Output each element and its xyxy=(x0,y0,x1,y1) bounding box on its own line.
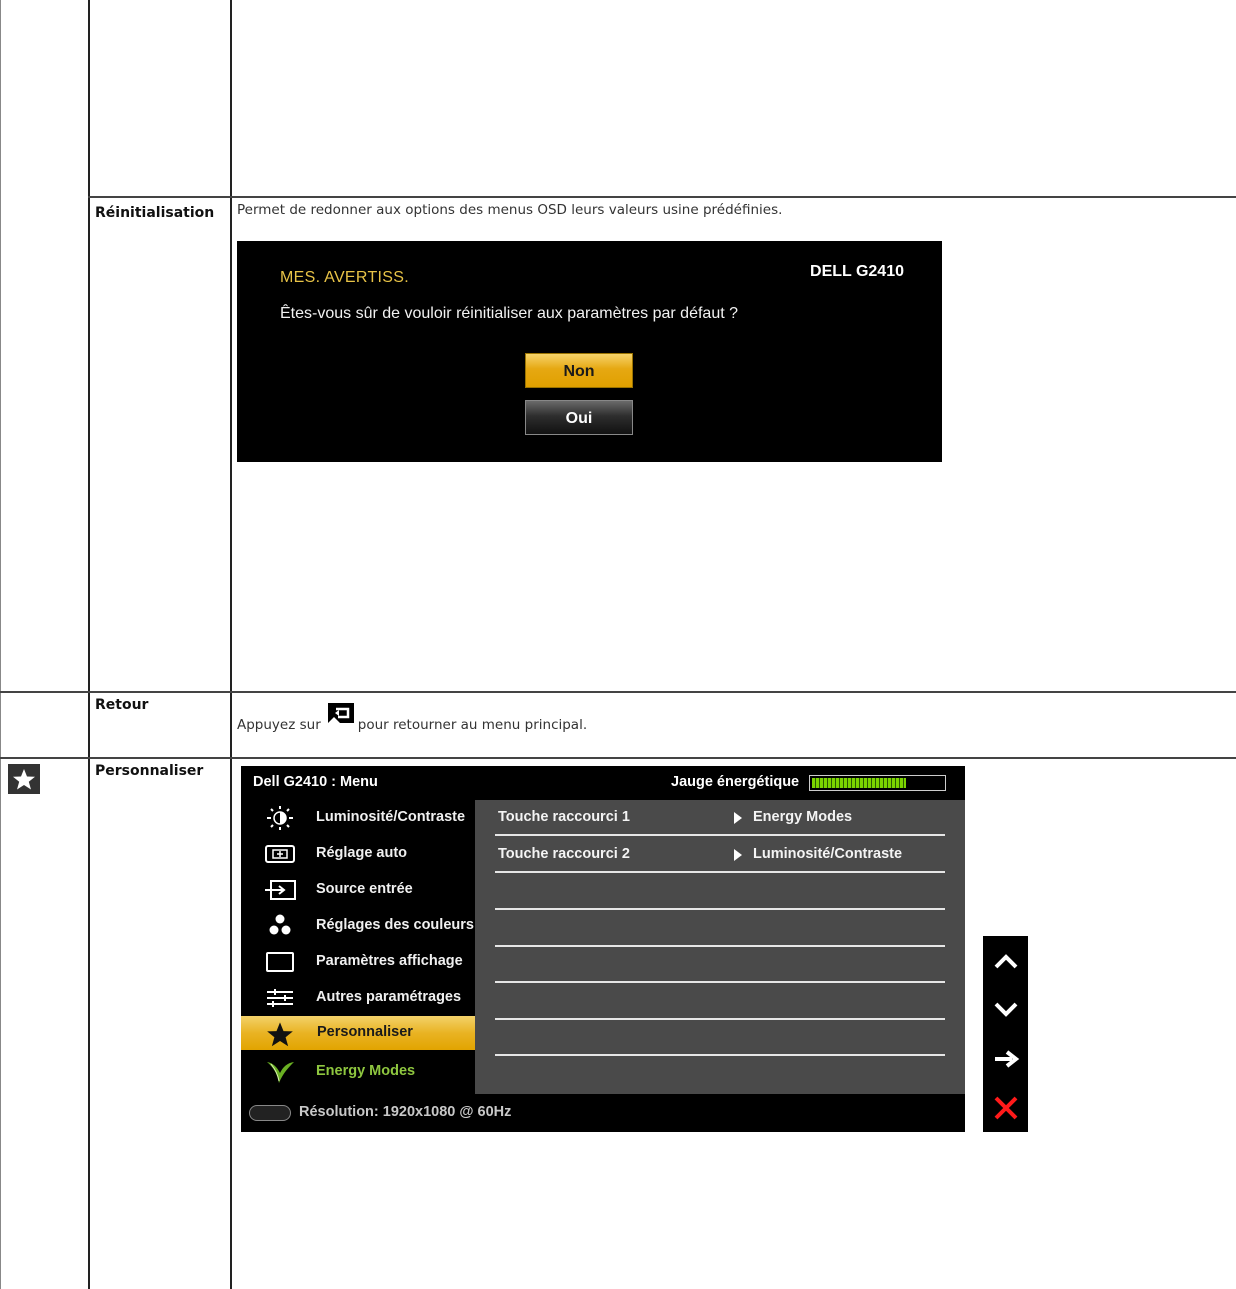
reinit-label: Réinitialisation xyxy=(95,205,215,221)
table-border-col2 xyxy=(230,0,232,1289)
menu-item-input-source[interactable]: Source entrée xyxy=(241,872,475,908)
energy-gauge xyxy=(809,775,946,791)
osd-nav-buttons xyxy=(983,936,1028,1132)
shortcut-key-2-row[interactable]: Touche raccourci 2 Luminosité/Contraste xyxy=(495,837,945,873)
menu-item-label: Source entrée xyxy=(316,881,413,897)
close-icon[interactable] xyxy=(983,1083,1028,1132)
menu-item-label: Réglages des couleurs xyxy=(316,917,474,933)
energy-gauge-label: Jauge énergétique xyxy=(671,774,800,790)
dialog-warning-title: MES. AVERTISS. xyxy=(280,269,409,286)
shortcut-key-value: Energy Modes xyxy=(753,809,853,825)
row-divider-retour xyxy=(0,691,1236,693)
reset-confirm-dialog: MES. AVERTISS. DELL G2410 Êtes-vous sûr … xyxy=(237,241,942,462)
empty-row xyxy=(495,984,945,1020)
play-arrow-icon xyxy=(734,812,742,824)
empty-row xyxy=(495,947,945,983)
menu-item-color-settings[interactable]: Réglages des couleurs xyxy=(241,908,475,944)
osd-submenu-panel: Touche raccourci 1 Energy Modes Touche r… xyxy=(475,800,965,1094)
retour-text: Appuyez sur pour retourner au menu princ… xyxy=(237,703,588,733)
row-divider-reinit xyxy=(88,196,1236,198)
empty-row xyxy=(495,911,945,947)
retour-label: Retour xyxy=(95,697,149,713)
empty-row xyxy=(495,1020,945,1056)
enter-arrow-icon[interactable] xyxy=(983,1034,1028,1083)
play-arrow-icon xyxy=(734,849,742,861)
reinit-description: Permet de redonner aux options des menus… xyxy=(237,202,783,218)
personnaliser-label: Personnaliser xyxy=(95,763,204,779)
energy-gauge-fill xyxy=(812,778,906,788)
leaf-icon xyxy=(263,1060,297,1084)
osd-status-bar: Résolution: 1920x1080 @ 60Hz xyxy=(241,1094,965,1132)
dialog-question: Êtes-vous sûr de vouloir réinitialiser a… xyxy=(280,305,738,322)
display-settings-icon xyxy=(263,950,297,974)
menu-item-label: Autres paramétrages xyxy=(316,989,462,1005)
menu-item-label: Réglage auto xyxy=(316,845,408,861)
resolution-text: Résolution: 1920x1080 @ 60Hz xyxy=(299,1104,512,1120)
vga-connector-icon xyxy=(249,1105,291,1121)
shortcut-key-label: Touche raccourci 1 xyxy=(498,809,630,825)
star-icon xyxy=(263,1022,297,1047)
menu-item-other-settings[interactable]: Autres paramétrages xyxy=(241,980,475,1016)
empty-row xyxy=(495,874,945,910)
yes-button[interactable]: Oui xyxy=(525,400,633,435)
dialog-brand: DELL G2410 xyxy=(810,263,904,280)
menu-item-display-settings[interactable]: Paramètres affichage xyxy=(241,944,475,980)
shortcut-key-value: Luminosité/Contraste xyxy=(753,846,903,862)
menu-item-brightness[interactable]: Luminosité/Contraste xyxy=(241,800,475,836)
brightness-icon xyxy=(263,806,297,830)
back-icon xyxy=(326,701,356,729)
row-divider-personnaliser xyxy=(0,757,1236,759)
auto-adjust-icon xyxy=(263,842,297,866)
table-border-left xyxy=(0,0,1,1289)
up-arrow-icon[interactable] xyxy=(983,936,1028,985)
menu-item-label: Energy Modes xyxy=(316,1063,416,1079)
other-settings-icon xyxy=(263,986,297,1010)
osd-title: Dell G2410 : Menu xyxy=(253,774,378,790)
star-icon xyxy=(8,764,40,794)
shortcut-key-1-row[interactable]: Touche raccourci 1 Energy Modes xyxy=(495,800,945,836)
osd-main-menu: Luminosité/Contraste Réglage auto Source… xyxy=(241,800,475,1094)
input-source-icon xyxy=(263,878,297,902)
color-settings-icon xyxy=(263,914,297,938)
retour-text-after: pour retourner au menu principal. xyxy=(357,717,588,733)
menu-item-auto-adjust[interactable]: Réglage auto xyxy=(241,836,475,872)
menu-item-personalize[interactable]: Personnaliser xyxy=(241,1016,475,1050)
menu-item-label: Luminosité/Contraste xyxy=(316,809,466,825)
osd-menu: Dell G2410 : Menu Jauge énergétique Lumi… xyxy=(241,766,965,1132)
menu-item-label: Personnaliser xyxy=(317,1024,413,1040)
table-border-col1 xyxy=(88,0,90,1289)
menu-item-energy-modes[interactable]: Energy Modes xyxy=(241,1054,475,1090)
retour-text-before: Appuyez sur xyxy=(237,717,321,733)
shortcut-key-label: Touche raccourci 2 xyxy=(498,846,630,862)
menu-item-label: Paramètres affichage xyxy=(316,953,463,969)
down-arrow-icon[interactable] xyxy=(983,985,1028,1034)
no-button[interactable]: Non xyxy=(525,353,633,388)
